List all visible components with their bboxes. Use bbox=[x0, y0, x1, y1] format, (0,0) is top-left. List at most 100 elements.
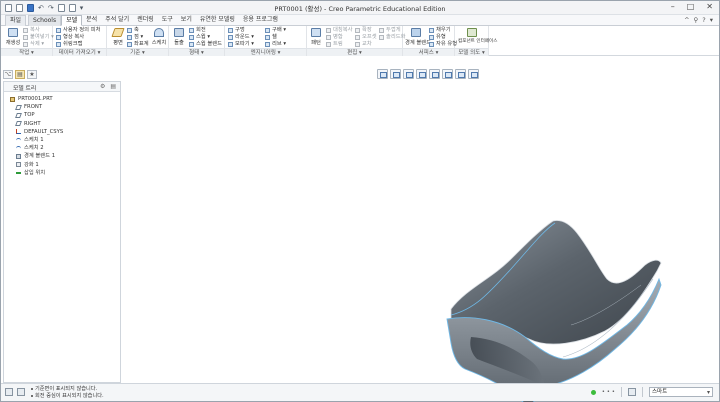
toggle-navigator-icon[interactable] bbox=[5, 388, 13, 396]
divider bbox=[621, 387, 622, 397]
tree-node[interactable]: RIGHT bbox=[4, 120, 120, 128]
paste-button[interactable]: 붙여넣기 ▾ bbox=[23, 34, 54, 41]
copy-geometry-icon bbox=[56, 35, 61, 40]
group-label-editing[interactable]: 편집 ▾ bbox=[307, 48, 402, 56]
tree-node-label: 강화 1 bbox=[24, 161, 39, 168]
group-label-datum[interactable]: 기준 ▾ bbox=[107, 48, 168, 56]
plane-button[interactable]: 평면 bbox=[109, 28, 127, 46]
style-button[interactable]: 유형 bbox=[429, 34, 446, 41]
tree-node[interactable]: 삽입 위치 bbox=[4, 169, 120, 177]
swept-blend-button[interactable]: 스윕 블렌드 bbox=[189, 41, 222, 48]
status-icons bbox=[5, 388, 25, 396]
group-label-operations[interactable]: 작업 ▾ bbox=[1, 48, 52, 56]
tab-model[interactable]: 모델 bbox=[61, 15, 83, 26]
extrude-button[interactable]: 돌출 bbox=[170, 28, 188, 46]
trim-button[interactable]: 트림 bbox=[326, 41, 343, 48]
tree-node[interactable]: 스케치 1 bbox=[4, 136, 120, 144]
zoom-out-icon[interactable] bbox=[403, 69, 414, 79]
pattern-button[interactable]: 패턴 bbox=[307, 28, 325, 46]
graphics-area[interactable] bbox=[121, 81, 719, 402]
sketch-icon bbox=[154, 28, 164, 37]
sweep-button[interactable]: 스윕 ▾ bbox=[189, 34, 210, 41]
tab-flexible-modeling[interactable]: 유연한 모델링 bbox=[196, 15, 239, 26]
repaint-icon[interactable] bbox=[416, 69, 427, 79]
close-button[interactable]: ✕ bbox=[706, 2, 713, 11]
merge-button[interactable]: 병합 bbox=[326, 34, 343, 41]
zoom-in-icon[interactable] bbox=[390, 69, 401, 79]
udf-button[interactable]: 사용자 정의 피처 bbox=[56, 27, 100, 34]
mirror-button[interactable]: 대칭복사 bbox=[326, 27, 353, 34]
group-label-model-intent[interactable]: 모델 의도 ▾ bbox=[455, 48, 488, 56]
plane-icon bbox=[111, 28, 125, 37]
round-button[interactable]: 라운드 ▾ bbox=[228, 34, 254, 41]
delete-button[interactable]: 삭제 ▾ bbox=[23, 41, 44, 48]
component-interface-icon bbox=[467, 28, 477, 37]
regenerate-button[interactable]: 재생성 bbox=[4, 28, 22, 46]
tree-node[interactable]: FRONT bbox=[4, 103, 120, 111]
tree-node[interactable]: DEFAULT_CSYS bbox=[4, 128, 120, 136]
selection-list-icon[interactable] bbox=[628, 388, 636, 396]
display-style-icon[interactable] bbox=[429, 69, 440, 79]
minimize-button[interactable]: – bbox=[671, 2, 675, 11]
sketch-button[interactable]: 스케치 bbox=[150, 28, 168, 46]
shrinkwrap-button[interactable]: 쉬링크랩 bbox=[56, 41, 83, 48]
group-label-surfaces[interactable]: 서피스 ▾ bbox=[403, 48, 454, 56]
csys-button[interactable]: 좌표계 bbox=[127, 41, 149, 48]
collapse-ribbon-icon[interactable]: ^ bbox=[684, 16, 689, 24]
tab-applications[interactable]: 응용 프로그램 bbox=[239, 15, 282, 26]
extend-button[interactable]: 확장 bbox=[355, 27, 372, 34]
revolve-button[interactable]: 회전 bbox=[189, 27, 206, 34]
boundary-blend-button[interactable]: 경계 블렌드 bbox=[405, 28, 431, 46]
group-label-engineering[interactable]: 엔지니어링 ▾ bbox=[225, 48, 306, 56]
copy-geometry-button[interactable]: 형상 복사 bbox=[56, 34, 84, 41]
group-label-get-data[interactable]: 데이터 가져오기 ▾ bbox=[53, 48, 106, 56]
tree-node[interactable]: TOP bbox=[4, 111, 120, 119]
point-button[interactable]: 점 ▾ bbox=[127, 34, 143, 41]
datum-display-icon[interactable] bbox=[455, 69, 466, 79]
intersect-button[interactable]: 교차 bbox=[355, 41, 372, 48]
folder-browser-tab-icon[interactable]: ▤ bbox=[15, 70, 25, 79]
toggle-browser-icon[interactable] bbox=[17, 388, 25, 396]
csys-icon bbox=[127, 42, 132, 47]
thicken-button[interactable]: 두껍게 bbox=[379, 27, 401, 34]
refit-icon[interactable] bbox=[377, 69, 388, 79]
copy-button[interactable]: 복사 bbox=[23, 27, 40, 34]
offset-button[interactable]: 오프셋 bbox=[355, 34, 377, 41]
fill-button[interactable]: 채우기 bbox=[429, 27, 451, 34]
annotation-display-icon[interactable] bbox=[468, 69, 479, 79]
tab-view[interactable]: 보기 bbox=[177, 15, 196, 26]
selection-filter[interactable]: 스마트 bbox=[649, 387, 713, 397]
freestyle-button[interactable]: 자유 유형 bbox=[429, 41, 457, 48]
tab-tools[interactable]: 도구 bbox=[158, 15, 177, 26]
tab-annotate[interactable]: 주석 달기 bbox=[101, 15, 133, 26]
draft-button[interactable]: 구배 ▾ bbox=[265, 27, 286, 34]
model-tree-title: 모델 트리 bbox=[13, 86, 37, 92]
rib-button[interactable]: 리브 ▾ bbox=[265, 41, 286, 48]
tab-file[interactable]: 파일 bbox=[5, 15, 27, 26]
tab-analysis[interactable]: 분석 bbox=[82, 15, 101, 26]
saved-views-icon[interactable] bbox=[442, 69, 453, 79]
tree-node[interactable]: 스케치 2 bbox=[4, 144, 120, 152]
help-icon[interactable]: ? bbox=[702, 16, 705, 24]
shell-button[interactable]: 쉘 bbox=[265, 34, 277, 41]
tree-show-icon[interactable]: ▤ bbox=[110, 83, 116, 90]
more-icon[interactable]: ▾ bbox=[710, 16, 713, 24]
hole-button[interactable]: 구멍 bbox=[228, 27, 245, 34]
solidify-button[interactable]: 솔리드화 bbox=[379, 34, 406, 41]
tab-render[interactable]: 렌더링 bbox=[133, 15, 158, 26]
sketch-icon bbox=[16, 137, 21, 143]
group-label-shapes[interactable]: 형태 ▾ bbox=[169, 48, 224, 56]
component-interface-button[interactable]: 컴포넌트 인터페이스 bbox=[458, 28, 498, 46]
model-tree-tab-icon[interactable]: ⌥ bbox=[3, 70, 13, 79]
tree-node[interactable]: 강화 1 bbox=[4, 161, 120, 169]
tab-schools[interactable]: Schools bbox=[28, 15, 62, 26]
tree-settings-icon[interactable]: ⚙ bbox=[100, 83, 105, 90]
surface-model[interactable] bbox=[431, 219, 671, 402]
search-icon[interactable]: ⚲ bbox=[694, 16, 699, 24]
favorites-tab-icon[interactable]: ★ bbox=[27, 70, 37, 79]
chamfer-button[interactable]: 모따기 ▾ bbox=[228, 41, 254, 48]
maximize-button[interactable]: □ bbox=[687, 2, 695, 11]
tree-node[interactable]: PRT0001.PRT bbox=[4, 95, 120, 103]
tree-node[interactable]: 경계 블렌드 1 bbox=[4, 152, 120, 160]
axis-button[interactable]: 축 bbox=[127, 27, 139, 34]
